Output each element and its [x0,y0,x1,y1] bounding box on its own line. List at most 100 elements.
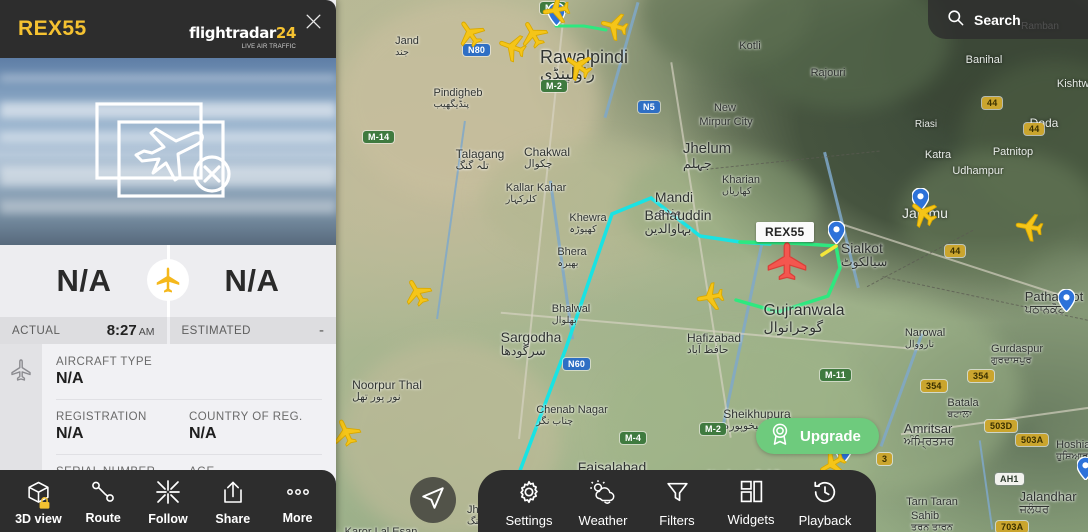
map-label: Patnitop [992,146,1034,158]
map-tool-widgets[interactable]: Widgets [716,475,786,527]
selected-aircraft-icon[interactable] [766,240,808,282]
river [548,180,575,340]
river [823,151,860,289]
map-tool-label: Widgets [727,512,775,527]
map-label: Sahib ਤਰਨ ਤਾਰਨ [911,510,953,532]
river [978,440,994,530]
map-label: Katra [924,149,952,161]
border-line [866,229,974,288]
map-label: Jalandhar ਜਲੰਧਰ [1019,489,1077,516]
map-label: Gurdaspur ਗੁਰਦਾਸਪੁਰ [991,343,1043,366]
map-label: Gujranwala گوجرانوال [763,302,845,335]
panel-action-label: 3D view [15,511,62,526]
terrain-shading [640,0,810,70]
highway-shield: N60 [563,358,591,370]
actual-value: 8:27 AM [106,322,155,339]
aircraft-icon[interactable] [1012,210,1047,245]
map-label: Kharian کھاریاں [722,174,760,197]
aircraft-icon[interactable] [902,192,944,234]
map-label: Pindigheb پنڈیگھیب [433,87,483,110]
field-value: N/A [189,425,217,442]
panel-action-label: Route [85,511,121,525]
flightradar24-app: Jand جند Pindigheb پنڈیگھیب Talagang تلہ گنگ C… [0,0,1088,532]
map-tool-settings[interactable]: Settings [494,475,564,528]
map-label: Udhampur [952,165,1004,177]
airport-pin[interactable] [826,220,846,245]
field-value: N/A [56,425,84,442]
panel-action-3d-view[interactable]: 3D view [7,477,69,526]
map-label: Bahauddin بہاوالدین [644,207,712,236]
search-button[interactable]: Search [928,0,1088,39]
aircraft-icon[interactable] [397,272,438,313]
river [436,120,466,320]
map-label: Mandi مندی [654,189,694,218]
panel-action-route[interactable]: Route [72,477,134,525]
map-label: Batala ਬਟਾਲਾ [947,397,979,420]
destination-airport: N/A [224,263,280,298]
share-upload-icon [221,480,245,510]
map-tool-weather[interactable]: Weather [568,475,638,528]
funnel-icon [665,479,690,510]
panel-action-label: Follow [148,512,188,526]
map-tool-label: Weather [578,512,628,528]
map-tool-playback[interactable]: Playback [790,475,860,528]
map-tool-filters[interactable]: Filters [642,475,712,528]
cube-lock-icon [26,480,51,510]
field-label: REGISTRATION [56,411,147,423]
brand-tagline: LIVE AIR TRAFFIC [241,44,296,50]
panel-action-label: Share [215,511,251,526]
playback-clock-icon [812,479,838,510]
aircraft-photo-area[interactable] [0,58,336,245]
aircraft-icon[interactable] [596,8,633,45]
map-label: Bhalwal بھلوال [551,303,591,326]
highway-shield: M-14 [363,131,395,143]
highway-shield: 44 [982,97,1003,109]
field-value: N/A [56,370,84,387]
highway-shield: 503D [985,420,1018,432]
panel-action-bar[interactable]: 3D view Route Follow Share More [0,470,336,532]
field-row: AIRCRAFT TYPE N/A [56,356,322,399]
highway-shield: M-4 [620,432,647,444]
award-ribbon-icon [769,422,791,451]
map-label: Chenab Nagar چناب نگر [536,404,608,427]
map-label: Talagang تلہ گنگ [455,147,505,172]
map-label: Sargodha سرگودھا [500,329,562,358]
map-bottom-toolbar[interactable]: Settings Weather Filters Widgets Playback [478,470,876,532]
map-label: New [713,102,737,114]
field-label: AIRCRAFT TYPE [56,356,153,368]
highway-shield: 354 [921,380,947,392]
origin-airport: N/A [56,263,112,298]
upgrade-button[interactable]: Upgrade [756,418,879,454]
estimated-time-cell: ESTIMATED - [169,317,336,344]
aircraft-type-field: AIRCRAFT TYPE N/A [56,356,322,388]
panel-action-follow[interactable]: Follow [137,476,199,526]
terrain-shading [740,0,950,110]
panel-action-more[interactable]: More [267,477,329,525]
flight-details-panel: REX55 flightradar24 LIVE AIR TRAFFIC N/A… [0,0,336,532]
weather-sun-cloud-icon [589,479,617,510]
airplane-icon [147,259,189,301]
selected-flight-callsign-tag[interactable]: REX55 [756,222,814,242]
map-label: Riasi [914,119,938,130]
terrain-shading [480,140,700,260]
panel-action-share[interactable]: Share [202,477,264,526]
aircraft-icon[interactable] [539,0,574,27]
search-icon [946,8,965,32]
aircraft-icon[interactable] [693,280,728,315]
map-label: Sialkot سیالکوٹ [840,240,888,269]
gear-icon [516,479,542,510]
close-icon[interactable] [300,8,326,34]
route-summary: N/A N/A [0,245,336,317]
registration-field: REGISTRATION N/A [56,411,189,443]
country-of-reg-field: COUNTRY OF REG. N/A [189,411,322,443]
highway-shield: 354 [968,370,994,382]
map-label: Jand جند [395,35,419,58]
map-label: Amritsar ਅੰਮ੍ਰਿਤਸਰ [903,421,955,448]
locate-me-button[interactable] [410,477,456,523]
brand-word-1: flightradar [189,24,276,42]
highway-shield: M-2 [541,80,568,92]
map-label: Chakwal چکوال [523,145,571,170]
airport-pin[interactable] [1075,456,1088,481]
road [670,62,732,438]
airport-pin[interactable] [1056,288,1076,313]
